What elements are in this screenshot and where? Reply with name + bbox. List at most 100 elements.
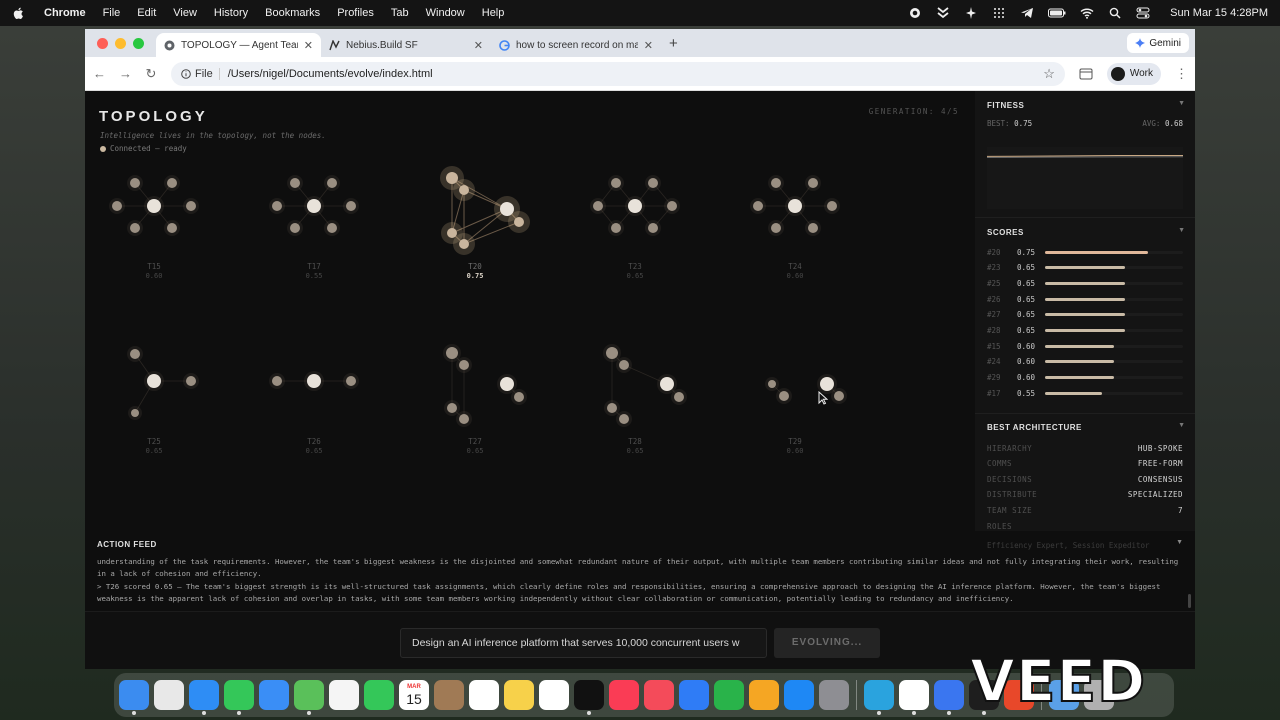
menu-bookmarks[interactable]: Bookmarks <box>265 7 320 19</box>
record-icon[interactable] <box>908 7 922 19</box>
team-graph[interactable]: T15 0.60 <box>99 166 209 286</box>
feed-scrollbar[interactable] <box>1188 594 1191 608</box>
settings-icon[interactable] <box>819 680 849 710</box>
zoom-window-button[interactable] <box>133 37 144 49</box>
close-tab-icon[interactable]: ✕ <box>474 39 483 52</box>
address-bar[interactable]: File /Users/nigel/Documents/evolve/index… <box>171 61 1065 86</box>
forward-arrow-icon[interactable]: → <box>119 66 132 81</box>
appstore-icon[interactable] <box>784 680 814 710</box>
tab-google-search[interactable]: how to screen record on mac ✕ <box>491 33 661 57</box>
search-icon[interactable] <box>1108 7 1122 19</box>
sparkle-icon[interactable] <box>964 7 978 19</box>
mail-icon[interactable] <box>259 680 289 710</box>
signal-icon[interactable] <box>934 680 964 715</box>
notes-icon[interactable] <box>504 680 534 710</box>
tv-icon[interactable] <box>574 680 604 715</box>
battery-icon[interactable] <box>1048 7 1066 19</box>
score-row[interactable]: #27 0.65 <box>987 310 1183 320</box>
contacts-icon[interactable] <box>434 680 464 710</box>
score-row[interactable]: #23 0.65 <box>987 263 1183 273</box>
menu-history[interactable]: History <box>214 7 248 19</box>
menu-edit[interactable]: Edit <box>137 7 156 19</box>
topology-graph <box>127 346 199 420</box>
menu-file[interactable]: File <box>103 7 121 19</box>
launchpad-icon[interactable] <box>154 680 184 710</box>
menu-help[interactable]: Help <box>482 7 505 19</box>
menu-view[interactable]: View <box>173 7 197 19</box>
score-row[interactable]: #25 0.65 <box>987 278 1183 288</box>
tab-topology[interactable]: TOPOLOGY — Agent Team Ev ✕ <box>156 33 321 57</box>
tab-search-icon[interactable] <box>1079 68 1093 80</box>
maps-icon[interactable] <box>294 680 324 715</box>
score-team-id: #17 <box>987 388 1001 398</box>
agent-node <box>167 178 177 188</box>
bookmark-star-icon[interactable]: ☆ <box>1043 66 1055 82</box>
numbers-icon[interactable] <box>714 680 744 710</box>
team-graph[interactable]: T29 0.60 <box>740 341 850 461</box>
score-row[interactable]: #20 0.75 <box>987 247 1183 257</box>
pages-icon[interactable] <box>749 680 779 710</box>
tab-nebius[interactable]: Nebius.Build SF ✕ <box>321 33 491 57</box>
facetime-icon[interactable] <box>364 680 394 710</box>
score-row[interactable]: #29 0.60 <box>987 373 1183 383</box>
menu-profiles[interactable]: Profiles <box>337 7 374 19</box>
score-row[interactable]: #28 0.65 <box>987 326 1183 336</box>
safari-icon[interactable] <box>189 680 219 715</box>
team-graph[interactable]: T17 0.55 <box>259 166 369 286</box>
new-tab-icon[interactable]: + <box>661 35 686 52</box>
score-row[interactable]: #15 0.60 <box>987 341 1183 351</box>
grid-dots-icon[interactable] <box>992 7 1006 19</box>
menu-tab[interactable]: Tab <box>391 7 409 19</box>
profile-button[interactable]: Work <box>1106 62 1161 85</box>
music-icon[interactable] <box>609 680 639 710</box>
team-graph[interactable]: T28 0.65 <box>580 341 690 461</box>
team-graph[interactable]: T20 0.75 <box>420 166 530 286</box>
close-tab-icon[interactable]: ✕ <box>304 39 313 52</box>
site-info-chip[interactable]: File <box>181 67 220 80</box>
score-row[interactable]: #17 0.55 <box>987 388 1183 398</box>
minimize-window-button[interactable] <box>115 37 126 49</box>
url-text[interactable]: /Users/nigel/Documents/evolve/index.html <box>228 68 433 80</box>
score-bar-track <box>1045 329 1183 332</box>
news-icon[interactable] <box>644 680 674 710</box>
close-window-button[interactable] <box>97 37 108 49</box>
menu-window[interactable]: Window <box>426 7 465 19</box>
agent-node <box>130 178 140 188</box>
close-tab-icon[interactable]: ✕ <box>644 39 653 52</box>
keynote-icon[interactable] <box>679 680 709 710</box>
gemini-button[interactable]: Gemini <box>1127 33 1189 53</box>
more-menu-icon[interactable]: ⋮ <box>1175 66 1188 82</box>
team-graph[interactable]: T25 0.65 <box>99 341 209 461</box>
menu-clock[interactable]: Sun Mar 15 4:28PM <box>1170 7 1268 19</box>
photos-icon[interactable] <box>329 680 359 710</box>
team-graph[interactable]: T24 0.60 <box>740 166 850 286</box>
fitness-collapse-icon[interactable]: ▼ <box>1178 100 1185 107</box>
team-graph[interactable]: T23 0.65 <box>580 166 690 286</box>
architecture-collapse-icon[interactable]: ▼ <box>1178 422 1185 429</box>
scores-collapse-icon[interactable]: ▼ <box>1178 227 1185 234</box>
roles-row: ROLES <box>987 522 1183 531</box>
freeform-icon[interactable] <box>539 680 569 710</box>
finder-icon[interactable] <box>119 680 149 715</box>
menu-app-name[interactable]: Chrome <box>44 7 86 19</box>
score-row[interactable]: #26 0.65 <box>987 294 1183 304</box>
back-arrow-icon[interactable]: ← <box>93 66 106 81</box>
telegram-menu-icon[interactable] <box>1020 7 1034 19</box>
calendar-icon[interactable]: MAR 15 <box>399 680 429 710</box>
evolve-button[interactable]: EVOLVING... <box>774 628 880 658</box>
wifi-icon[interactable] <box>1080 7 1094 19</box>
apple-logo-icon[interactable] <box>12 7 24 20</box>
score-row[interactable]: #24 0.60 <box>987 357 1183 367</box>
reminders-icon[interactable] <box>469 680 499 710</box>
control-center-icon[interactable] <box>1136 7 1150 19</box>
telegram-icon[interactable] <box>864 680 894 715</box>
prompt-input[interactable]: Design an AI inference platform that ser… <box>400 628 767 658</box>
feed-collapse-icon[interactable]: ▼ <box>1176 539 1183 546</box>
score-value: 0.75 <box>1017 247 1036 257</box>
reload-icon[interactable]: ↻ <box>145 66 157 82</box>
messages-icon[interactable] <box>224 680 254 715</box>
chevrons-down-icon[interactable] <box>936 7 950 19</box>
chrome-icon[interactable] <box>899 680 929 715</box>
team-graph[interactable]: T26 0.65 <box>259 341 369 461</box>
team-graph[interactable]: T27 0.65 <box>420 341 530 461</box>
